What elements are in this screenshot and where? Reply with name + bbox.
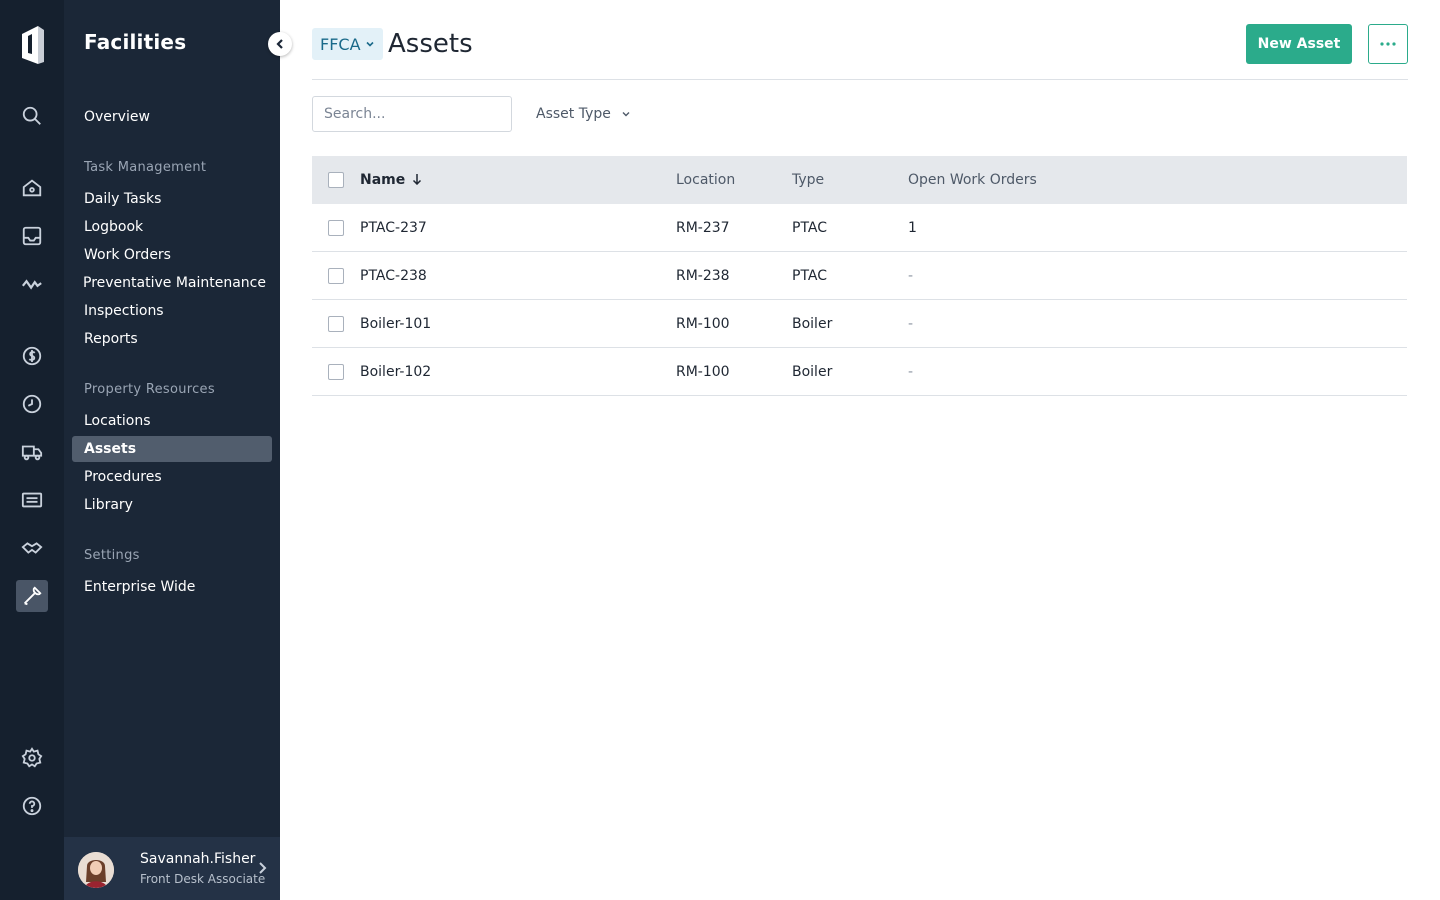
sidebar-item-enterprise-wide[interactable]: Enterprise Wide: [72, 574, 272, 600]
table-row[interactable]: PTAC-238 RM-238 PTAC -: [312, 252, 1407, 300]
avatar: [78, 852, 114, 888]
asset-type: Boiler: [792, 364, 833, 380]
table-row[interactable]: Boiler-102 RM-100 Boiler -: [312, 348, 1407, 396]
asset-location: RM-100: [676, 364, 730, 380]
user-name: Savannah.Fisher: [140, 851, 256, 867]
asset-location: RM-238: [676, 268, 730, 284]
asset-name[interactable]: PTAC-238: [360, 252, 427, 300]
chevron-right-icon: [259, 862, 267, 874]
chevron-down-icon: [365, 41, 374, 47]
dollar-icon[interactable]: [16, 340, 48, 372]
table-row[interactable]: Boiler-101 RM-100 Boiler -: [312, 300, 1407, 348]
sidebar: Facilities Overview Task Management Dail…: [64, 0, 292, 900]
sidebar-item-overview[interactable]: Overview: [72, 104, 272, 130]
keyboard-icon[interactable]: [16, 484, 48, 516]
help-icon[interactable]: [16, 790, 48, 822]
sidebar-title: Facilities: [84, 30, 187, 54]
truck-icon[interactable]: [16, 436, 48, 468]
asset-open-work-orders: 1: [908, 220, 917, 236]
user-role: Front Desk Associate: [140, 872, 266, 886]
sidebar-item-assets[interactable]: Assets: [72, 436, 272, 462]
asset-open-work-orders: -: [908, 268, 914, 284]
inbox-icon[interactable]: [16, 220, 48, 252]
column-type-header[interactable]: Type: [792, 156, 824, 204]
clock-icon[interactable]: [16, 388, 48, 420]
activity-icon[interactable]: [16, 268, 48, 300]
icon-rail: [0, 0, 64, 900]
row-checkbox[interactable]: [328, 220, 344, 236]
section-settings: Settings: [84, 548, 140, 563]
asset-location: RM-100: [676, 316, 730, 332]
sidebar-item-library[interactable]: Library: [72, 492, 272, 518]
column-open-work-orders-header[interactable]: Open Work Orders: [908, 156, 1037, 204]
row-checkbox[interactable]: [328, 316, 344, 332]
asset-location: RM-237: [676, 220, 730, 236]
more-options-button[interactable]: [1368, 24, 1408, 64]
org-selector[interactable]: FFCA: [312, 28, 383, 60]
sidebar-item-preventative-maintenance[interactable]: Preventative Maintenance: [72, 270, 272, 296]
sidebar-item-inspections[interactable]: Inspections: [72, 298, 272, 324]
select-all-checkbox[interactable]: [328, 172, 344, 188]
asset-type: PTAC: [792, 268, 828, 284]
sort-down-icon: [413, 174, 422, 185]
chevron-down-icon: [622, 112, 630, 117]
column-name-header[interactable]: Name: [360, 156, 423, 204]
asset-type-filter-label: Asset Type: [536, 106, 611, 122]
sidebar-item-logbook[interactable]: Logbook: [72, 214, 272, 240]
main-content: FFCA Assets New Asset Asset Type Name Lo…: [280, 0, 1440, 900]
table-row[interactable]: PTAC-237 RM-237 PTAC 1: [312, 204, 1407, 252]
ellipsis-icon: [1380, 42, 1396, 46]
sidebar-item-work-orders[interactable]: Work Orders: [72, 242, 272, 268]
asset-type-filter[interactable]: Asset Type: [536, 96, 631, 132]
section-task-management: Task Management: [84, 160, 207, 175]
column-name-label: Name: [360, 172, 406, 188]
sidebar-item-locations[interactable]: Locations: [72, 408, 272, 434]
header-divider: [312, 79, 1408, 80]
section-property-resources: Property Resources: [84, 382, 215, 397]
column-location-header[interactable]: Location: [676, 156, 735, 204]
asset-type: Boiler: [792, 316, 833, 332]
search-icon[interactable]: [16, 100, 48, 132]
user-menu[interactable]: Savannah.Fisher Front Desk Associate: [64, 837, 280, 900]
logo-icon[interactable]: [16, 24, 48, 68]
handshake-icon[interactable]: [16, 532, 48, 564]
asset-name[interactable]: Boiler-101: [360, 300, 431, 348]
asset-open-work-orders: -: [908, 316, 914, 332]
page-title: Assets: [388, 29, 473, 59]
table-header: Name Location Type Open Work Orders: [312, 156, 1407, 204]
sidebar-item-reports[interactable]: Reports: [72, 326, 272, 352]
gear-icon[interactable]: [16, 742, 48, 774]
home-icon[interactable]: [16, 172, 48, 204]
sidebar-item-procedures[interactable]: Procedures: [72, 464, 272, 490]
search-input[interactable]: [312, 96, 512, 132]
assets-table: Name Location Type Open Work Orders PTAC…: [312, 156, 1407, 396]
org-selector-label: FFCA: [320, 34, 361, 54]
sidebar-item-daily-tasks[interactable]: Daily Tasks: [72, 186, 272, 212]
asset-open-work-orders: -: [908, 364, 914, 380]
asset-type: PTAC: [792, 220, 828, 236]
row-checkbox[interactable]: [328, 268, 344, 284]
asset-name[interactable]: Boiler-102: [360, 348, 431, 396]
asset-name[interactable]: PTAC-237: [360, 204, 427, 252]
wrench-icon[interactable]: [16, 580, 48, 612]
new-asset-button[interactable]: New Asset: [1246, 24, 1352, 64]
row-checkbox[interactable]: [328, 364, 344, 380]
